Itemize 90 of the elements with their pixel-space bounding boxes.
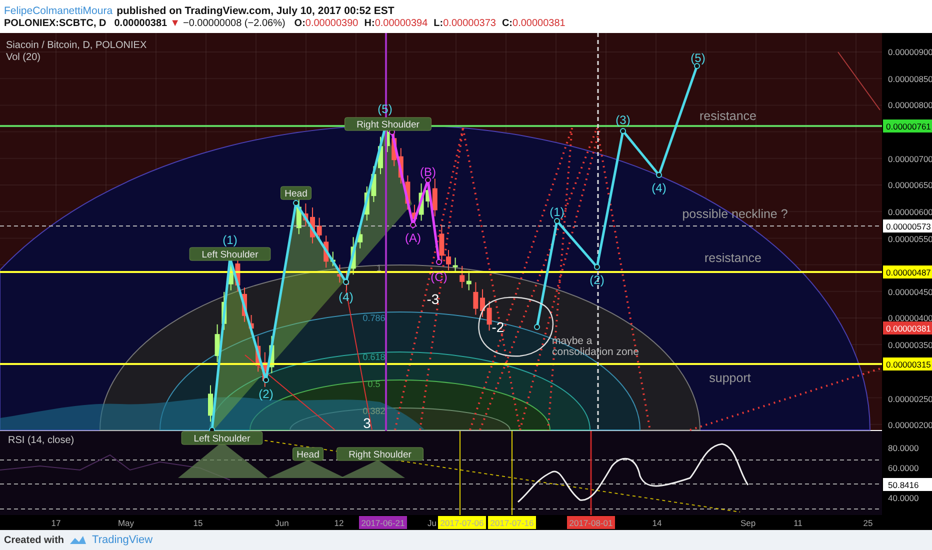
wave-label: (A) [405,231,421,245]
candlestick [486,300,492,332]
candlestick [364,186,370,222]
wave-label: (2) [258,387,274,401]
wave-label: (1) [550,205,564,219]
price-tag: 0.00000487 [883,266,932,278]
date-tag: 2017-07-06 [438,516,486,529]
published-text: published on TradingView.com, July 10, 2017 00:52 EST [116,4,394,16]
brand-link[interactable]: TradingView [92,534,153,546]
last-price: 0.00000381 [114,18,168,28]
ohlc-value: 0.00000394 [374,18,428,28]
time-axis-label: 12 [334,518,344,528]
candlestick [269,335,274,374]
ohlc-value: 0.00000381 [512,18,566,28]
candlestick [310,207,315,244]
pattern-label: Right Shoulder [336,447,424,461]
time-axis-label: 17 [51,518,61,528]
symbol-label: POLONIEX:SCBTC, D [4,18,106,28]
price-change: −0.00000008 (−2.06%) [182,18,286,28]
time-axis-label: Sep [740,518,756,528]
author-link[interactable]: FelipeColmanettiMoura [4,4,113,16]
fib-level-label: 1 [376,263,382,273]
wave-label: (4) [652,181,666,195]
ohlc-value: 0.00000373 [443,18,496,28]
candlestick [405,174,410,210]
candlestick [473,282,478,316]
pattern-triangle [340,460,405,478]
pattern-label: Head [280,186,312,200]
candlestick [208,384,213,422]
price-tag: 0.00000761 [883,120,932,132]
wave-label: (C) [430,270,448,284]
candlestick [480,288,485,318]
candlestick [350,236,356,276]
chart-title: Siacoin / Bitcoin, D, POLONIEX [6,40,147,51]
pattern-label: Head [292,447,324,461]
note-text: resistance [700,109,756,123]
price-tag: 0.00000315 [883,358,932,370]
created-with-text: Created with [4,534,64,546]
time-axis-label: May [118,518,134,528]
wave-count: -2 [492,319,504,335]
candlestick [337,264,342,284]
note-text: resistance [704,251,762,265]
ohlc-label: C: [502,18,513,28]
time-axis-label: Jun [275,518,289,528]
pattern-label: Left Shoulder [181,431,263,445]
arc-line [838,52,880,110]
time-axis-label: 14 [652,518,662,528]
ohlc-value: 0.00000390 [305,18,358,28]
time-axis-label: 11 [794,518,802,528]
rsi-axis-label: 80.0000 [888,443,919,453]
note-text: possible neckline ? [682,207,788,221]
candlestick [452,257,458,272]
date-tag: 2017-06-21 [359,516,407,529]
ohlc-label: O: [294,18,306,28]
ohlc-label: H: [364,18,375,28]
time-axis-label: Ju [428,518,436,528]
fib-level-label: 0.618 [362,352,386,362]
note-text: support [709,371,751,385]
rsi-title: RSI (14, close) [8,435,74,446]
price-tag: 0.00000573 [883,220,932,232]
rsi-reading-tag: 50.8416 [883,478,932,491]
time-axis-label: 25 [863,518,873,528]
pattern-label: Right Shoulder [344,117,432,131]
rsi-axis-label: 40.0000 [888,493,919,503]
wave-label: (5) [690,51,706,65]
wave-label: (B) [420,165,436,179]
fib-level-label: 0.786 [362,313,386,323]
price-tag: 0.00000381 [883,322,932,334]
candlestick [371,166,376,203]
candlestick [439,224,444,262]
wave-count: -3 [426,291,440,307]
volume-label: Vol (20) [6,52,40,63]
pattern-label: Left Shoulder [189,247,271,261]
wave-count: 3 [363,415,371,431]
rsi-axis-label: 60.0000 [888,463,919,473]
candlestick [418,182,424,222]
candlestick [446,250,451,271]
wave-label: (3) [616,113,630,127]
date-tag: 2017-07-16 [488,516,536,529]
time-axis-label: 15 [193,518,203,528]
date-tag: 2017-08-01 [567,516,615,529]
candlestick [214,324,220,363]
candlestick [378,136,383,175]
wave-label: (1) [222,233,238,247]
down-triangle-icon: ▼ [170,18,180,28]
ohlc-label: L: [434,18,444,28]
wave-label: (2) [590,273,604,287]
candlestick [303,202,308,227]
fib-level-label: 0.5 [368,379,380,389]
candlestick [242,287,247,322]
